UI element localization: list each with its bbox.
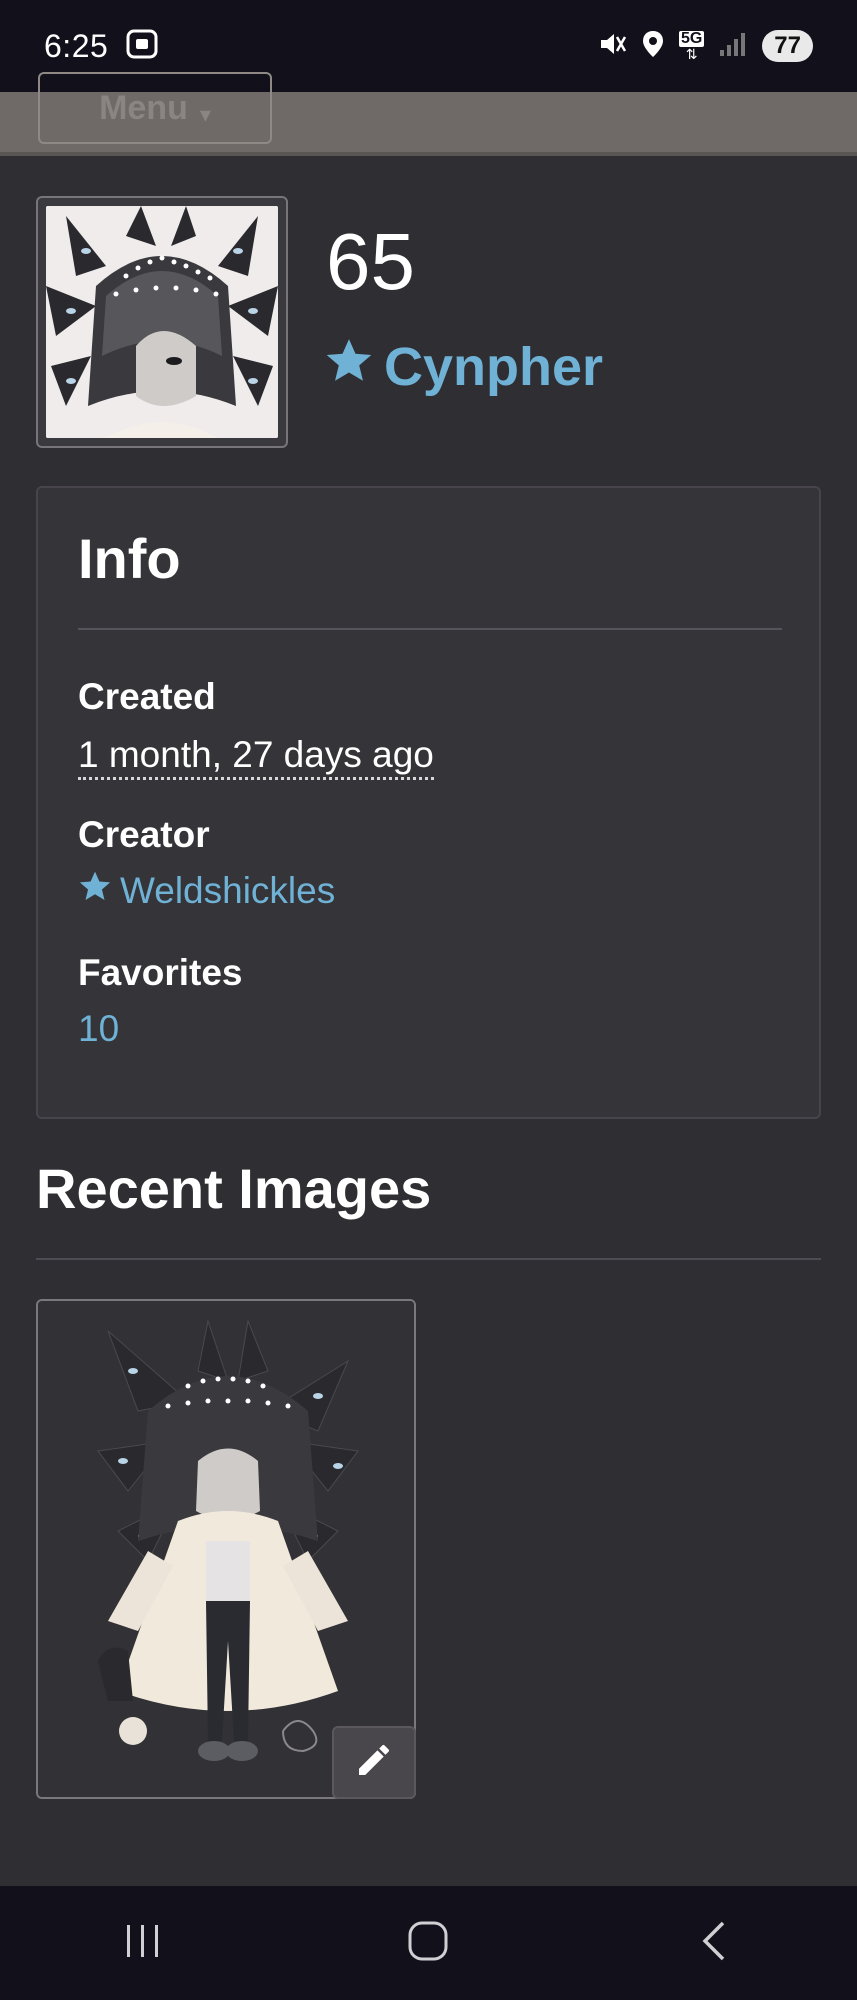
- created-date: 1 month, 27 days ago: [78, 734, 434, 780]
- created-label: Created: [78, 676, 216, 717]
- star-icon: [324, 336, 374, 398]
- system-navigation-bar: [0, 1886, 857, 2000]
- back-button[interactable]: [654, 1903, 774, 1983]
- character-artwork: [38, 1301, 414, 1797]
- status-right: 5G ⇅ 77: [597, 29, 813, 64]
- avatar-image: [46, 206, 278, 438]
- edit-button[interactable]: [332, 1726, 416, 1799]
- home-icon: [407, 1920, 449, 1967]
- status-time: 6:25: [44, 27, 109, 64]
- info-card: Info Created 1 month, 27 days ago Creato…: [36, 486, 821, 1119]
- favorites-label: Favorites: [78, 952, 243, 993]
- location-icon: [641, 29, 665, 64]
- recent-apps-button[interactable]: [83, 1903, 203, 1983]
- top-nav: Menu ▾: [0, 72, 857, 156]
- pencil-icon: [354, 1740, 394, 1785]
- chevron-down-icon: ▾: [199, 102, 211, 127]
- network-5g-icon: 5G ⇅: [678, 30, 705, 62]
- character-name: Cynpher: [384, 337, 604, 397]
- back-icon: [699, 1920, 729, 1967]
- signal-icon: [718, 30, 748, 63]
- mute-icon: [597, 29, 627, 64]
- network-label: 5G: [678, 30, 705, 47]
- info-divider: [78, 628, 782, 630]
- info-title: Info: [78, 527, 181, 590]
- screenshot-icon: [126, 29, 158, 64]
- creator-name: Weldshickles: [120, 870, 336, 911]
- star-icon: [78, 870, 112, 912]
- created-value: 1 month, 27 days ago: [78, 734, 434, 780]
- recent-images-title: Recent Images: [36, 1157, 432, 1220]
- menu-label: Menu: [99, 89, 188, 127]
- character-id: 65: [326, 217, 415, 306]
- character-avatar[interactable]: [36, 196, 288, 448]
- recent-apps-icon: [123, 1923, 163, 1964]
- menu-button[interactable]: Menu ▾: [38, 72, 272, 144]
- home-button[interactable]: [368, 1903, 488, 1983]
- recent-image-thumbnail[interactable]: [36, 1299, 416, 1799]
- character-name-link[interactable]: Cynpher: [324, 336, 603, 398]
- section-divider: [36, 1258, 821, 1260]
- favorites-count[interactable]: 10: [78, 1008, 119, 1050]
- battery-indicator: 77: [762, 30, 813, 62]
- creator-label: Creator: [78, 814, 210, 855]
- creator-link[interactable]: Weldshickles: [78, 870, 335, 912]
- status-left: 6:25: [44, 28, 158, 65]
